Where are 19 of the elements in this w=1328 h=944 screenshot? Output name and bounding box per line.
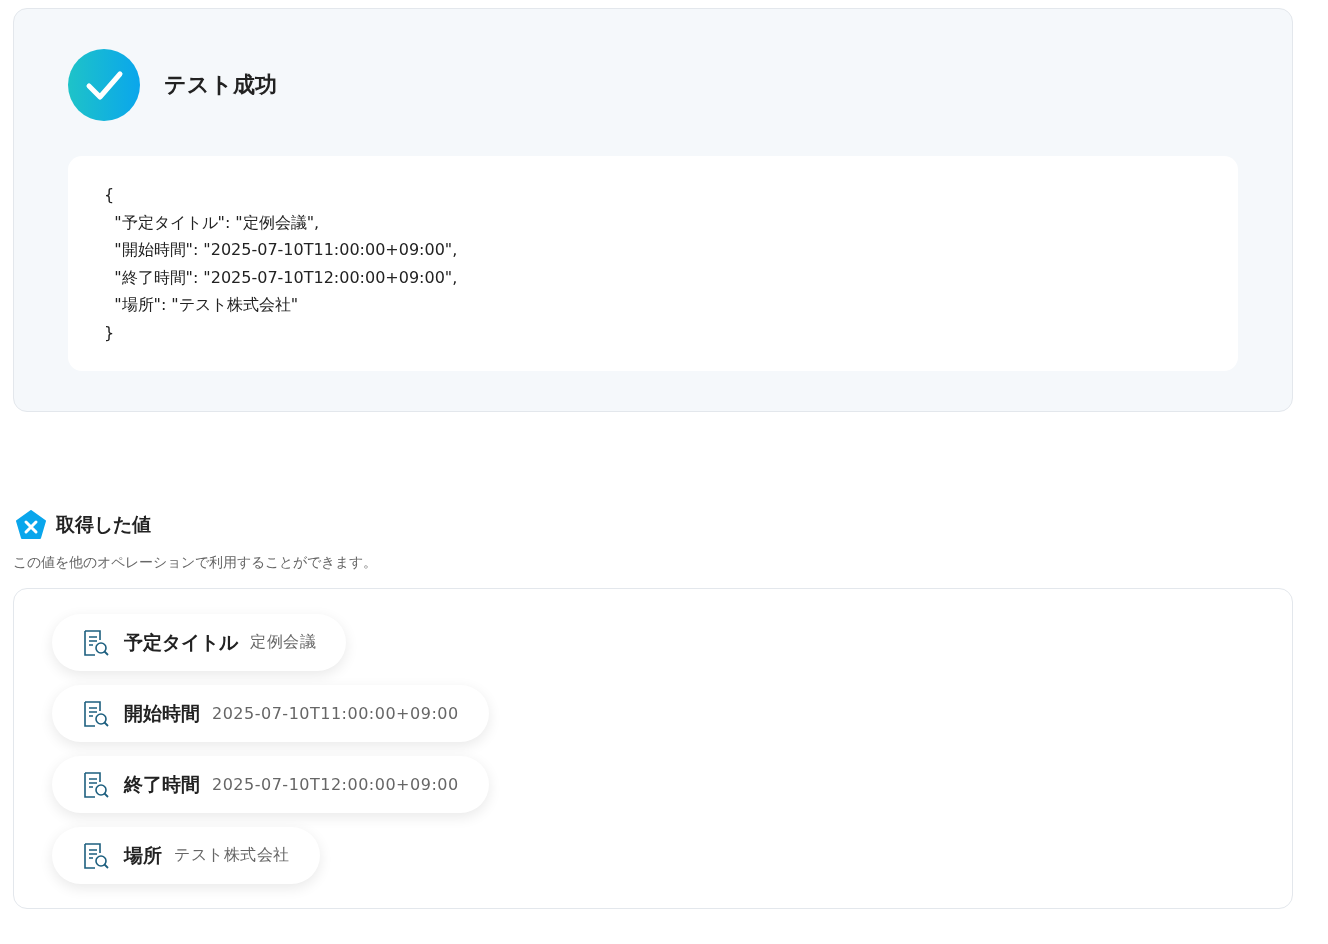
value-chip[interactable]: 開始時間 2025-07-10T11:00:00+09:00	[52, 685, 489, 742]
value-chip[interactable]: 予定タイトル 定例会議	[52, 614, 346, 671]
code-line: {	[104, 184, 116, 206]
code-line: "終了時間": "2025-07-10T12:00:00+09:00",	[113, 266, 459, 289]
code-line: "開始時間": "2025-07-10T11:00:00+09:00",	[113, 239, 459, 261]
document-search-icon	[82, 841, 110, 870]
value-chip[interactable]: 場所 テスト株式会社	[52, 827, 320, 884]
code-line: "場所": "テスト株式会社"	[113, 294, 300, 316]
value-chip[interactable]: 終了時間 2025-07-10T12:00:00+09:00	[52, 756, 489, 813]
section-title: 取得した値	[56, 512, 151, 537]
document-search-icon	[82, 699, 110, 728]
variable-icon	[16, 510, 46, 540]
section-description: この値を他のオペレーションで利用することができます。	[13, 554, 378, 572]
code-line: }	[104, 321, 116, 344]
result-title: テスト成功	[164, 71, 277, 99]
document-search-icon	[82, 628, 110, 657]
check-circle-icon	[68, 49, 140, 121]
code-line: "予定タイトル": "定例会議",	[113, 211, 321, 234]
document-search-icon	[82, 770, 110, 799]
